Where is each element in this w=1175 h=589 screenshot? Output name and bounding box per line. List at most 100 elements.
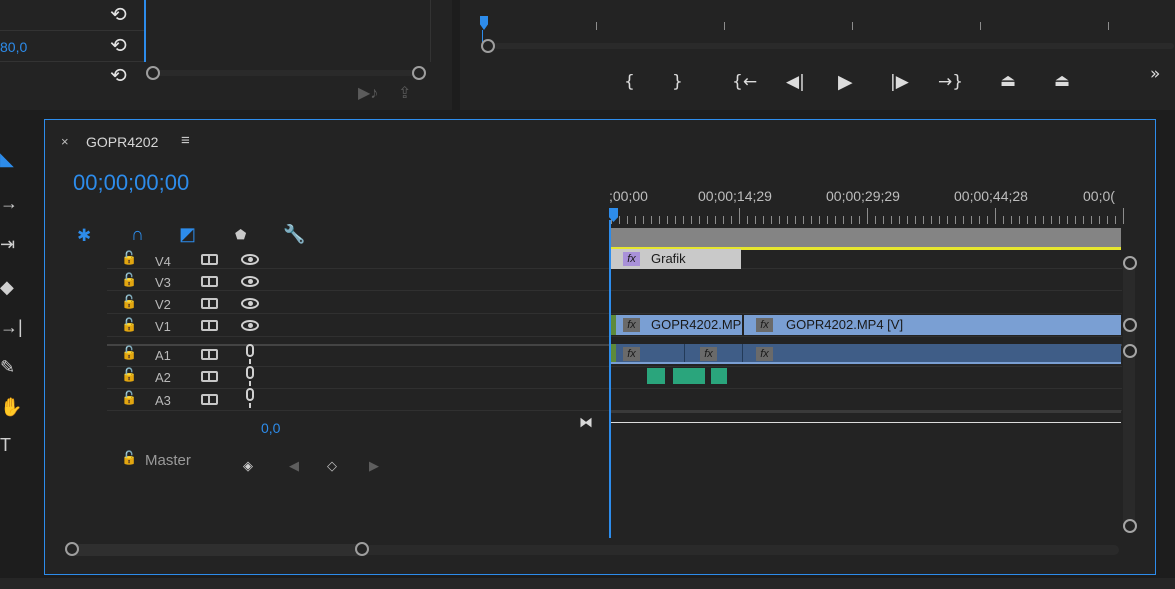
ruler-tick bbox=[963, 216, 964, 224]
pen-tool-icon[interactable]: ✎ bbox=[0, 357, 15, 378]
lock-icon[interactable]: 🔓 bbox=[121, 250, 137, 266]
add-keyframe-icon[interactable]: ◈ bbox=[243, 458, 253, 474]
lock-icon[interactable]: 🔓 bbox=[121, 272, 137, 288]
audio-icon[interactable]: ▶♪ bbox=[358, 86, 378, 102]
nest-toggle-icon[interactable]: ✱ bbox=[77, 226, 91, 246]
eye-icon[interactable] bbox=[241, 276, 259, 287]
reset-icon[interactable]: ⟲ bbox=[110, 33, 127, 58]
track-label-a3[interactable]: A3 bbox=[155, 393, 171, 408]
ruler-tick bbox=[1075, 216, 1076, 224]
zoom-scrollbar[interactable] bbox=[494, 43, 1174, 49]
mic-icon[interactable] bbox=[246, 388, 254, 408]
eye-icon[interactable] bbox=[241, 254, 259, 265]
track-select-tool-icon[interactable]: → bbox=[0, 193, 18, 214]
audio-clip[interactable]: fx fx fx bbox=[611, 344, 1121, 364]
snap-magnet-icon[interactable]: ∩ bbox=[131, 224, 144, 245]
export-icon[interactable]: ⇪ bbox=[398, 86, 411, 102]
keyframe-icon[interactable]: ◇ bbox=[327, 458, 337, 474]
lift-button[interactable]: ⏏ bbox=[1000, 71, 1016, 91]
ruler-tick bbox=[763, 216, 764, 224]
video-clip[interactable]: fx GOPR4202.MP4 [V] bbox=[744, 315, 1121, 335]
slip-tool-icon[interactable]: →| bbox=[0, 317, 23, 338]
linked-selection-icon[interactable]: ◩ bbox=[179, 224, 196, 245]
eye-icon[interactable] bbox=[241, 298, 259, 309]
ruler-label: 00;0( bbox=[1083, 188, 1115, 204]
graphic-clip[interactable]: fx Grafik bbox=[611, 249, 741, 269]
razor-tool-icon[interactable]: ◆ bbox=[0, 277, 14, 298]
ruler-tick bbox=[1099, 216, 1100, 224]
scroll-handle-left[interactable] bbox=[65, 542, 79, 556]
property-value[interactable]: 80,0 bbox=[0, 39, 27, 55]
scroll-handle[interactable] bbox=[1123, 344, 1137, 358]
more-controls-icon[interactable]: » bbox=[1150, 64, 1160, 84]
lock-icon[interactable]: 🔓 bbox=[121, 367, 137, 383]
sync-lock-icon[interactable] bbox=[201, 254, 218, 265]
scroll-handle[interactable] bbox=[481, 39, 495, 53]
lock-icon[interactable]: 🔓 bbox=[121, 390, 137, 406]
next-keyframe-icon[interactable]: ▶ bbox=[369, 458, 379, 474]
scroll-handle-right[interactable] bbox=[355, 542, 369, 556]
sequence-tab-title[interactable]: GOPR4202 bbox=[86, 134, 158, 150]
zoom-scrollbar[interactable] bbox=[152, 70, 422, 76]
vertical-scrollbar[interactable] bbox=[1123, 256, 1135, 532]
playhead-marker[interactable] bbox=[480, 16, 488, 30]
extract-button[interactable]: ⏏ bbox=[1054, 71, 1070, 91]
scroll-handle[interactable] bbox=[1123, 256, 1137, 270]
track-label-v3[interactable]: V3 bbox=[155, 275, 171, 290]
sync-lock-icon[interactable] bbox=[201, 349, 218, 360]
work-area-bar[interactable] bbox=[611, 228, 1121, 248]
mic-icon[interactable] bbox=[246, 366, 254, 386]
lock-icon[interactable]: 🔓 bbox=[121, 317, 137, 333]
timecode-display[interactable]: 00;00;00;00 bbox=[73, 170, 189, 196]
reset-icon[interactable]: ⟲ bbox=[110, 63, 127, 88]
video-clip[interactable]: fx GOPR4202.MP4 bbox=[611, 315, 742, 335]
play-button[interactable]: ▶ bbox=[838, 71, 853, 93]
mark-out-button[interactable]: } bbox=[672, 72, 683, 92]
panel-menu-icon[interactable]: ≡ bbox=[181, 132, 190, 149]
track-label-v2[interactable]: V2 bbox=[155, 297, 171, 312]
ruler-tick bbox=[1115, 216, 1116, 224]
mic-icon[interactable] bbox=[246, 344, 254, 364]
sync-lock-icon[interactable] bbox=[201, 371, 218, 382]
scrollbar-thumb[interactable] bbox=[71, 544, 363, 556]
track-label-a2[interactable]: A2 bbox=[155, 370, 171, 385]
track-label-v4[interactable]: V4 bbox=[155, 254, 171, 269]
time-ruler[interactable] bbox=[611, 208, 1124, 226]
track-label-a1[interactable]: A1 bbox=[155, 348, 171, 363]
scroll-handle-left[interactable] bbox=[146, 66, 160, 80]
step-back-button[interactable]: ◀| bbox=[786, 72, 805, 92]
lock-icon[interactable]: 🔓 bbox=[121, 345, 137, 361]
master-volume-value[interactable]: 0,0 bbox=[261, 420, 280, 436]
lock-icon[interactable]: 🔓 bbox=[121, 450, 137, 466]
audio-waveform[interactable] bbox=[647, 366, 729, 386]
prev-keyframe-icon[interactable]: ◀ bbox=[289, 458, 299, 474]
ruler-tick bbox=[979, 216, 980, 224]
hand-tool-icon[interactable]: ✋ bbox=[0, 397, 22, 418]
sync-lock-icon[interactable] bbox=[201, 394, 218, 405]
eye-icon[interactable] bbox=[241, 320, 259, 331]
collapse-icon[interactable]: ⧓ bbox=[579, 414, 593, 431]
step-forward-button[interactable]: |▶ bbox=[890, 72, 909, 92]
ruler-tick bbox=[667, 216, 668, 224]
ruler-tick bbox=[643, 216, 644, 224]
lock-icon[interactable]: 🔓 bbox=[121, 294, 137, 310]
track-label-v1[interactable]: V1 bbox=[155, 319, 171, 334]
scroll-handle[interactable] bbox=[1123, 318, 1137, 332]
sync-lock-icon[interactable] bbox=[201, 320, 218, 331]
ruler-tick bbox=[867, 208, 868, 224]
scroll-handle-right[interactable] bbox=[412, 66, 426, 80]
ripple-edit-tool-icon[interactable]: ⇥ bbox=[0, 234, 15, 255]
mark-in-button[interactable]: { bbox=[624, 72, 635, 92]
fx-badge: fx bbox=[623, 347, 640, 361]
sync-lock-icon[interactable] bbox=[201, 298, 218, 309]
type-tool-icon[interactable]: T bbox=[0, 435, 11, 456]
go-to-in-button[interactable]: {← bbox=[732, 72, 757, 92]
go-to-out-button[interactable]: →} bbox=[938, 72, 963, 92]
reset-icon[interactable]: ⟲ bbox=[110, 2, 127, 27]
selection-tool-icon[interactable]: ◣ bbox=[0, 149, 14, 170]
sync-lock-icon[interactable] bbox=[201, 276, 218, 287]
wrench-icon[interactable]: 🔧 bbox=[283, 224, 305, 245]
scroll-handle[interactable] bbox=[1123, 519, 1137, 533]
close-tab-button[interactable]: × bbox=[61, 134, 69, 149]
add-marker-icon[interactable]: ⬟ bbox=[235, 227, 246, 243]
